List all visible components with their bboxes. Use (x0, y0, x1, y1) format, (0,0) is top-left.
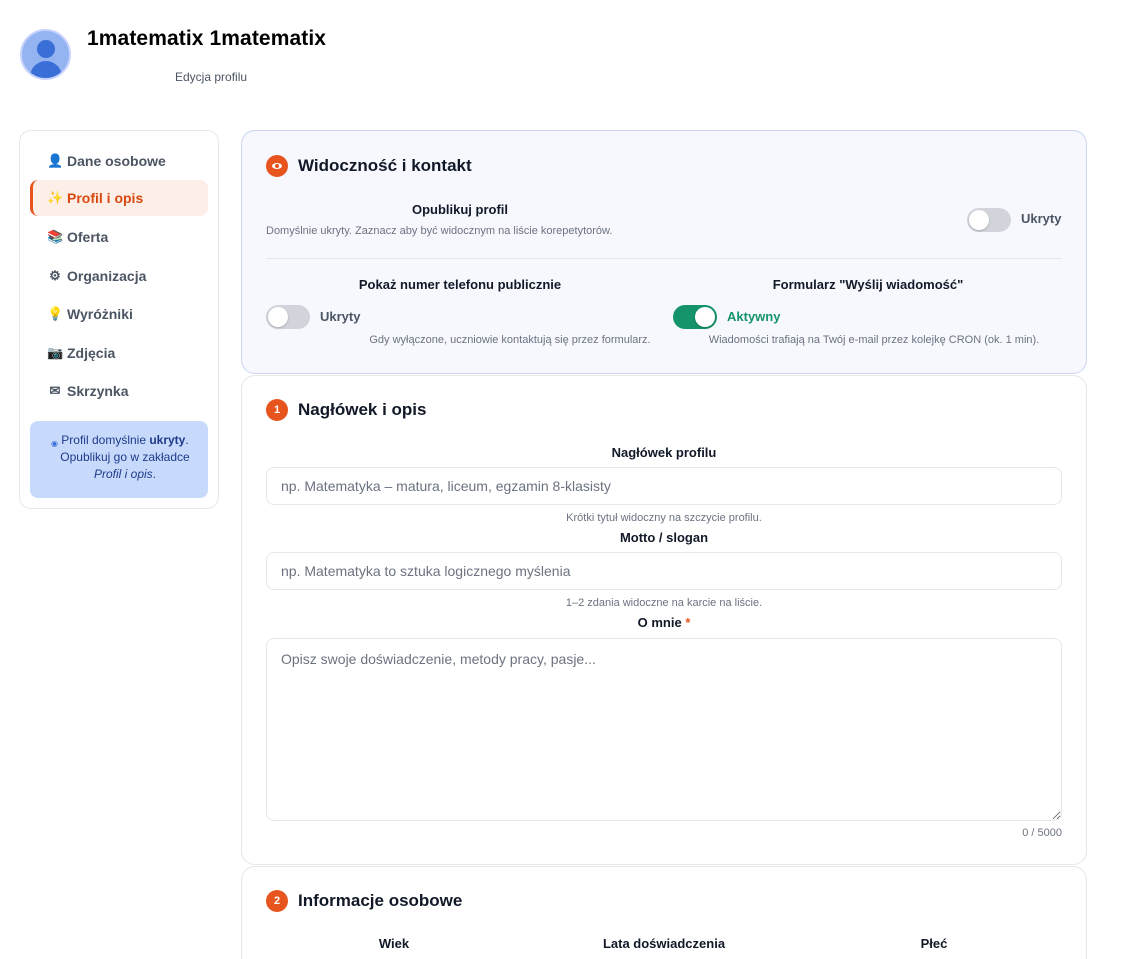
motto-label: Motto / slogan (619, 530, 709, 545)
visibility-section-title: Widoczność i kontakt (266, 155, 472, 177)
headline-section-title: 1 Nagłówek i opis (266, 399, 426, 421)
required-mark: * (685, 615, 691, 630)
person-icon: 👤 (47, 153, 64, 168)
avatar-body-icon (30, 61, 62, 78)
sidebar-item-skrzynka[interactable]: ✉ Skrzynka (30, 373, 208, 409)
headline-card: 1 Nagłówek i opis Nagłówek profilu Krótk… (241, 375, 1087, 865)
sidebar-item-label: Organizacja (67, 268, 147, 284)
sidebar-item-label: Wyróżniki (67, 306, 133, 322)
profile-header-input[interactable] (266, 467, 1062, 505)
envelope-icon: ✉ (49, 383, 61, 398)
sidebar-item-label: Dane osobowe (67, 153, 166, 169)
divider (266, 258, 1062, 259)
info-dot-icon: ◉ (51, 439, 58, 448)
age-label: Wiek (378, 936, 410, 951)
gear-icon: ⚙ (49, 268, 61, 283)
profile-header-hint: Krótki tytuł widoczny na szczycie profil… (566, 512, 762, 524)
sidebar-item-label: Zdjęcia (67, 345, 116, 361)
eye-icon (266, 155, 288, 177)
contact-form-toggle[interactable] (673, 305, 717, 329)
visibility-info-note: ◉ Profil domyślnie ukryty. Opublikuj go … (30, 421, 208, 498)
experience-years-label: Lata doświadczenia (602, 936, 726, 951)
lightbulb-icon: 💡 (47, 306, 64, 321)
sidebar-item-label: Profil i opis (67, 190, 144, 206)
about-textarea[interactable] (266, 638, 1062, 821)
sidebar-item-label: Skrzynka (67, 383, 129, 399)
personal-info-card: 2 Informacje osobowe Wiek Lata doświadcz… (241, 866, 1087, 959)
sidebar-item-dane-osobowe[interactable]: 👤 Dane osobowe (30, 143, 208, 179)
sidebar: 👤 Dane osobowe ✨ Profil i opis 📚 Oferta … (19, 130, 219, 509)
avatar-head-icon (37, 40, 55, 58)
camera-icon: 📷 (47, 345, 64, 360)
section-number-badge: 1 (266, 399, 288, 421)
gender-label: Płeć (920, 936, 948, 951)
motto-input[interactable] (266, 552, 1062, 590)
sparkle-icon: ✨ (47, 190, 64, 205)
publish-profile-label: Opublikuj profil (411, 202, 509, 217)
profile-name: 1matematix 1matematix (87, 27, 327, 50)
books-icon: 📚 (47, 229, 64, 244)
contact-form-label: Formularz "Wyślij wiadomość" (772, 277, 964, 292)
page-subtitle: Edycja profilu (175, 70, 248, 84)
profile-header-label: Nagłówek profilu (611, 445, 717, 460)
sidebar-item-oferta[interactable]: 📚 Oferta (30, 219, 208, 255)
sidebar-item-profil-i-opis[interactable]: ✨ Profil i opis (30, 180, 208, 216)
sidebar-item-organizacja[interactable]: ⚙ Organizacja (30, 258, 208, 294)
about-char-counter: 0 / 5000 (1022, 827, 1062, 839)
sidebar-item-wyrozniki[interactable]: 💡 Wyróżniki (30, 296, 208, 332)
show-phone-state: Ukryty (320, 309, 361, 324)
publish-profile-state: Ukryty (1021, 211, 1062, 226)
motto-hint: 1–2 zdania widoczne na karcie na liście. (565, 597, 763, 609)
about-label: O mnie * (637, 615, 691, 630)
personal-section-title: 2 Informacje osobowe (266, 890, 462, 912)
section-number-badge: 2 (266, 890, 288, 912)
contact-form-hint: Wiadomości trafiają na Twój e-mail przez… (708, 334, 1040, 346)
visibility-card: Widoczność i kontakt Opublikuj profil Do… (241, 130, 1087, 374)
show-phone-toggle[interactable] (266, 305, 310, 329)
publish-profile-hint: Domyślnie ukryty. Zaznacz aby być widocz… (266, 225, 613, 237)
contact-form-state: Aktywny (727, 309, 781, 324)
avatar (20, 29, 71, 80)
show-phone-label: Pokaż numer telefonu publicznie (358, 277, 562, 292)
sidebar-item-label: Oferta (67, 229, 109, 245)
publish-profile-toggle[interactable] (967, 208, 1011, 232)
sidebar-item-zdjecia[interactable]: 📷 Zdjęcia (30, 335, 208, 371)
